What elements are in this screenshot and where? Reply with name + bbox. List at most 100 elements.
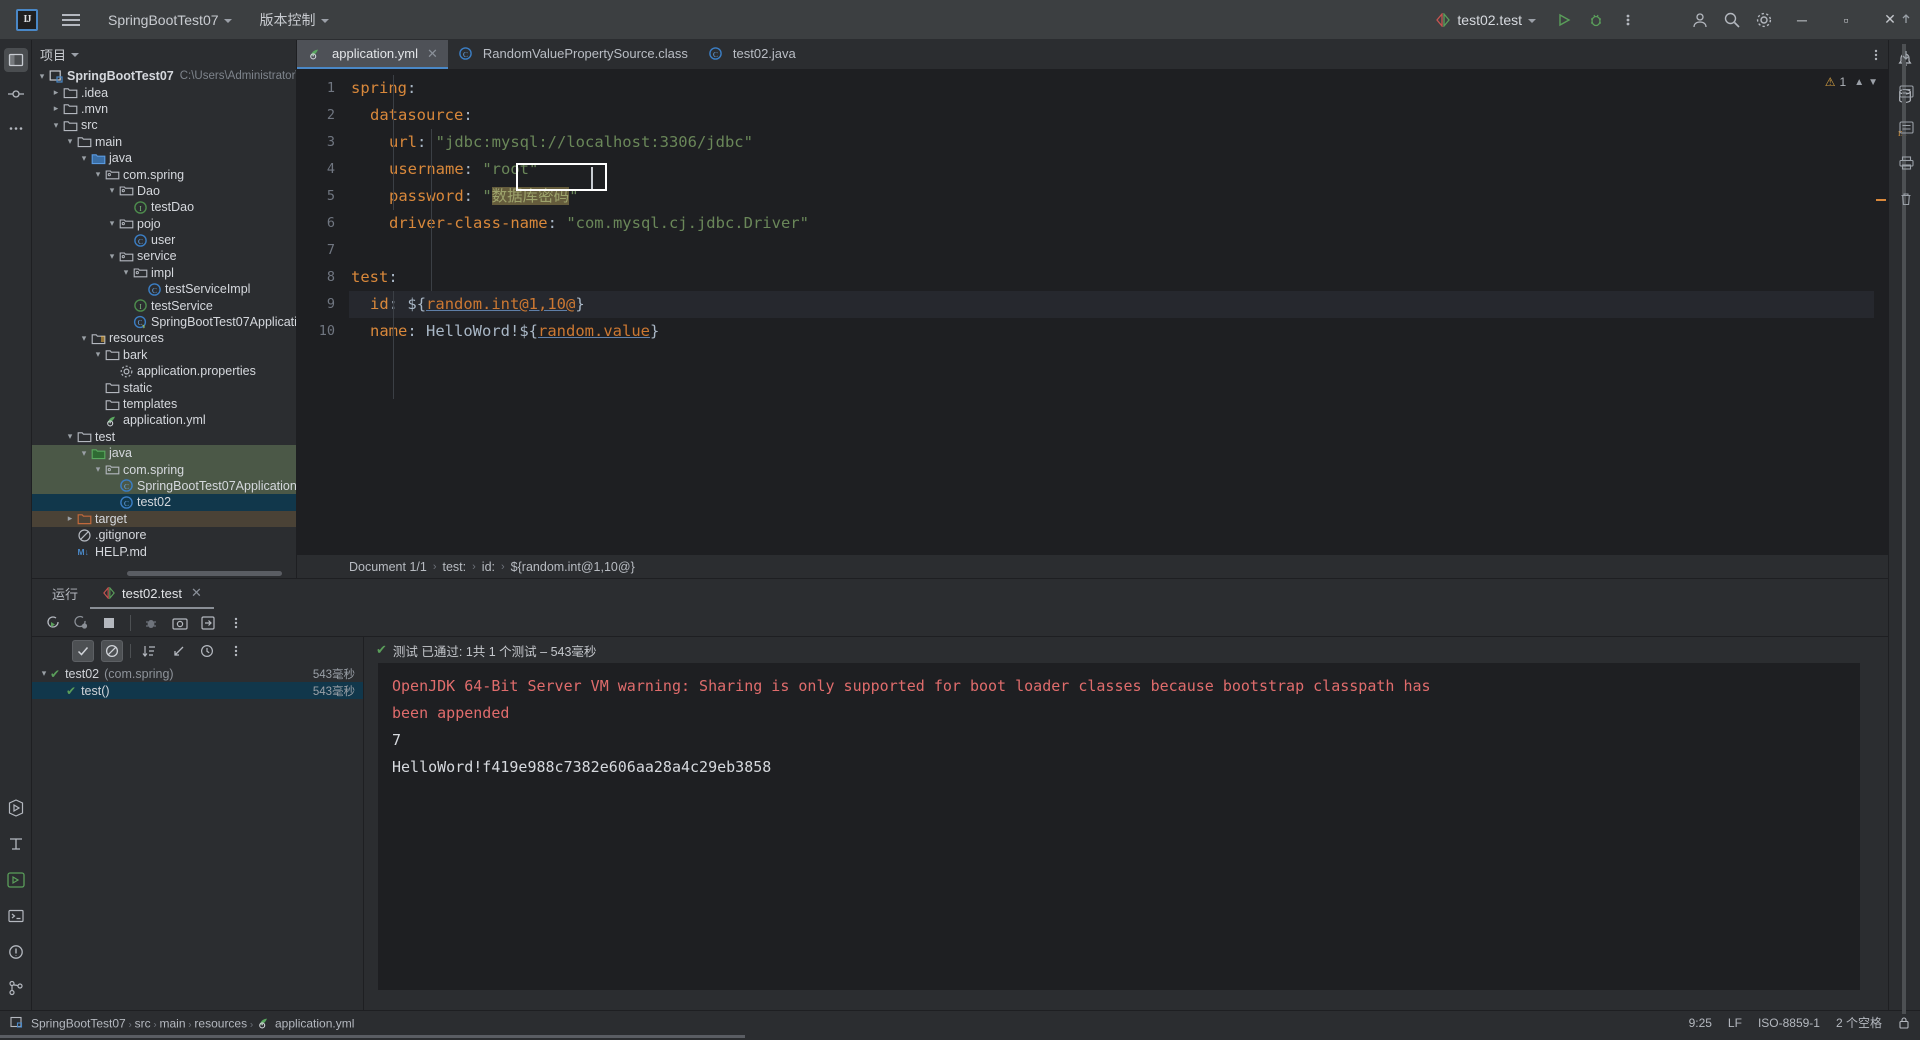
chevron-down-icon[interactable]: ▾: [106, 251, 118, 262]
rerun-icon[interactable]: [42, 612, 64, 634]
gear-icon[interactable]: [1749, 5, 1779, 35]
tree-item-test[interactable]: ▾ test: [32, 429, 296, 445]
close-icon[interactable]: ✕: [191, 585, 202, 601]
chevron-down-icon[interactable]: ▾: [64, 431, 76, 442]
prev-problem-icon[interactable]: ▲: [1854, 77, 1864, 88]
status-path-item[interactable]: application.yml: [275, 1016, 354, 1030]
problems-tool-icon[interactable]: [4, 940, 28, 964]
chevron-right-icon[interactable]: ▸: [50, 103, 62, 114]
soft-wrap-icon[interactable]: [1895, 80, 1917, 102]
test-row[interactable]: ▾ ✔ test02 (com.spring) 543毫秒: [32, 665, 363, 682]
code-line-8[interactable]: test:: [349, 264, 1888, 291]
status-path-item[interactable]: resources: [194, 1016, 247, 1030]
tree-item-pojo[interactable]: ▾ pojo: [32, 216, 296, 232]
tree-item--idea[interactable]: ▸ .idea: [32, 84, 296, 100]
scroll-up-icon[interactable]: [1895, 8, 1917, 30]
sort-alpha-icon[interactable]: [138, 640, 160, 662]
status-path-item[interactable]: SpringBootTest07: [31, 1016, 126, 1030]
editor-tab-application-yml[interactable]: application.yml ✕: [297, 40, 448, 69]
account-icon[interactable]: [1685, 5, 1715, 35]
tree-item-main[interactable]: ▾ main: [32, 134, 296, 150]
status-path-item[interactable]: src: [135, 1016, 151, 1030]
chevron-down-icon[interactable]: ▾: [92, 464, 104, 475]
breadcrumb[interactable]: Document 1/1 › test: › id: › ${random.int@1,10…: [297, 554, 1888, 578]
editor-tabs-more-icon[interactable]: [1864, 40, 1888, 69]
rerun-failed-icon[interactable]: [70, 612, 92, 634]
chevron-down-icon[interactable]: ▾: [78, 153, 90, 164]
tree-item-service[interactable]: ▾ service: [32, 248, 296, 264]
more-tools-icon[interactable]: [4, 116, 28, 140]
editor-viewport[interactable]: 1 2 3 4 5 6 7 8 9 10 spring: datasource: url: "jdbc…: [297, 69, 1888, 554]
breadcrumb-item[interactable]: Document 1/1: [349, 560, 427, 574]
more-vertical-icon[interactable]: [225, 640, 247, 662]
test-tree[interactable]: ▾ ✔ test02 (com.spring) 543毫秒 ✔ test() 543毫秒: [32, 665, 363, 699]
run-configuration-selector[interactable]: test02.test: [1427, 9, 1544, 31]
tree-item-templates[interactable]: templates: [32, 396, 296, 412]
minimize-button[interactable]: ─: [1780, 5, 1824, 35]
chevron-down-icon[interactable]: ▾: [92, 169, 104, 180]
editor-marker-bar[interactable]: [1874, 69, 1888, 554]
wrap-icon[interactable]: [1895, 116, 1917, 138]
next-problem-icon[interactable]: ▼: [1868, 77, 1878, 88]
run-tool-icon[interactable]: [4, 796, 28, 820]
tree-item-impl[interactable]: ▾ impl: [32, 265, 296, 281]
tree-item-target[interactable]: ▸ target: [32, 510, 296, 527]
screenshot-icon[interactable]: [169, 612, 191, 634]
caret-position[interactable]: 9:25: [1689, 1016, 1712, 1030]
tree-item-springboottest07applicationt[interactable]: C SpringBootTest07ApplicationT: [32, 477, 296, 495]
collapse-all-icon[interactable]: [167, 640, 189, 662]
run-button[interactable]: [1549, 5, 1579, 35]
structure-tool-icon[interactable]: [4, 832, 28, 856]
project-selector[interactable]: SpringBootTest07: [100, 8, 240, 32]
tree-item--mvn[interactable]: ▸ .mvn: [32, 101, 296, 117]
project-panel-header[interactable]: 项目: [32, 40, 296, 68]
debug-button[interactable]: [1581, 5, 1611, 35]
chevron-down-icon[interactable]: ▾: [106, 218, 118, 229]
chevron-down-icon[interactable]: ▾: [38, 668, 50, 679]
tree-item-testdao[interactable]: ItestDao: [32, 199, 296, 215]
tree-item-resources[interactable]: ▾ resources: [32, 330, 296, 346]
print-icon[interactable]: [1895, 152, 1917, 174]
chevron-down-icon[interactable]: ▾: [36, 71, 48, 82]
tree-item-testserviceimpl[interactable]: CtestServiceImpl: [32, 281, 296, 297]
code-line-3[interactable]: url: "jdbc:mysql://localhost:3306/jdbc": [349, 129, 1888, 156]
editor-tab-randomvaluepropertysource-class[interactable]: C RandomValuePropertySource.class: [448, 40, 698, 69]
code-line-10[interactable]: name: HelloWord!${random.value}: [349, 318, 1888, 345]
tree-item-help-md[interactable]: M↓ HELP.md: [32, 543, 296, 559]
terminal-tool-icon[interactable]: [4, 904, 28, 928]
status-path-item[interactable]: main: [160, 1016, 186, 1030]
chevron-right-icon[interactable]: ▸: [50, 87, 62, 98]
test-row[interactable]: ✔ test() 543毫秒: [32, 682, 363, 699]
breadcrumb-item[interactable]: test:: [443, 560, 467, 574]
tree-item-java[interactable]: ▾ java: [32, 444, 296, 462]
tree-item-bark[interactable]: ▾ bark: [32, 347, 296, 363]
more-vertical-icon[interactable]: [225, 612, 247, 634]
scroll-down-icon[interactable]: [1895, 44, 1917, 66]
hamburger-icon[interactable]: [54, 3, 88, 37]
inspections-widget[interactable]: ⚠ 1 ▲ ▼: [1825, 75, 1878, 89]
search-icon[interactable]: [1717, 5, 1747, 35]
tree-item-static[interactable]: static: [32, 379, 296, 395]
status-path[interactable]: SpringBootTest07 › src › main › resource…: [31, 1015, 354, 1031]
run-tab-test02[interactable]: test02.test ✕: [90, 579, 214, 609]
bottom-scrollbar[interactable]: [0, 1035, 745, 1038]
code-line-6[interactable]: driver-class-name: "com.mysql.cj.jdbc.Dr…: [349, 210, 1888, 237]
chevron-down-icon[interactable]: ▾: [78, 448, 90, 459]
hide-ignored-icon[interactable]: [101, 640, 123, 662]
export-icon[interactable]: [197, 612, 219, 634]
services-tool-icon[interactable]: [4, 868, 28, 892]
tree-item-user[interactable]: Cuser: [32, 232, 296, 248]
vcs-selector[interactable]: 版本控制: [252, 6, 337, 34]
tree-item--gitignore[interactable]: .gitignore: [32, 527, 296, 543]
tree-item-com-spring[interactable]: ▾ com.spring: [32, 461, 296, 478]
tree-item-testservice[interactable]: ItestService: [32, 297, 296, 313]
code-line-7[interactable]: [349, 237, 1888, 264]
code-line-4[interactable]: username: "root": [349, 156, 1888, 183]
indent-setting[interactable]: 2 个空格: [1836, 1014, 1882, 1031]
file-encoding[interactable]: ISO-8859-1: [1758, 1016, 1820, 1030]
editor-tab-bar[interactable]: application.yml ✕ C RandomValuePropertySour…: [297, 40, 1888, 69]
tree-item-springboottest07[interactable]: ▾ SpringBootTest07 C:\Users\Administrator\…: [32, 68, 296, 84]
commit-tool-icon[interactable]: [4, 82, 28, 106]
chevron-down-icon[interactable]: ▾: [92, 349, 104, 360]
tree-horizontal-scrollbar[interactable]: [127, 571, 282, 576]
